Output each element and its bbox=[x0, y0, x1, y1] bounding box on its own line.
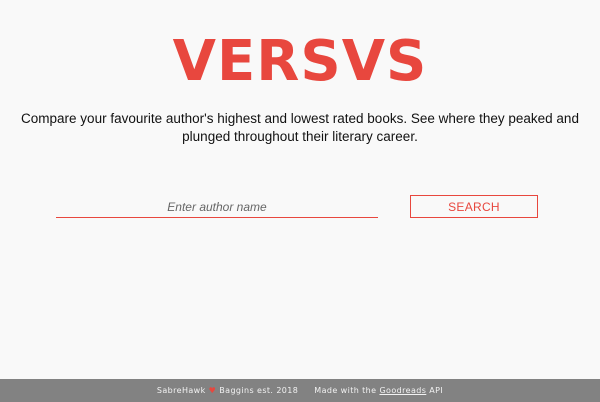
author-search-input[interactable] bbox=[56, 196, 378, 218]
footer-made-with-suffix: API bbox=[429, 386, 444, 395]
tagline: Compare your favourite author's highest … bbox=[21, 111, 579, 144]
landing-page: VERSVS Compare your favourite author's h… bbox=[0, 0, 600, 402]
search-button[interactable]: SEARCH bbox=[410, 195, 538, 218]
footer-author-one: SabreHawk bbox=[156, 386, 206, 395]
app-logo: VERSVS bbox=[172, 29, 428, 94]
footer: SabreHawk ♥ Baggins est. 2018 Made with the… bbox=[0, 379, 600, 402]
footer-author-two: Baggins est. 2018 bbox=[219, 386, 299, 395]
goodreads-link[interactable]: Goodreads bbox=[379, 386, 426, 395]
footer-made-with-prefix: Made with the bbox=[314, 386, 377, 395]
heart-icon: ♥ bbox=[208, 386, 217, 395]
